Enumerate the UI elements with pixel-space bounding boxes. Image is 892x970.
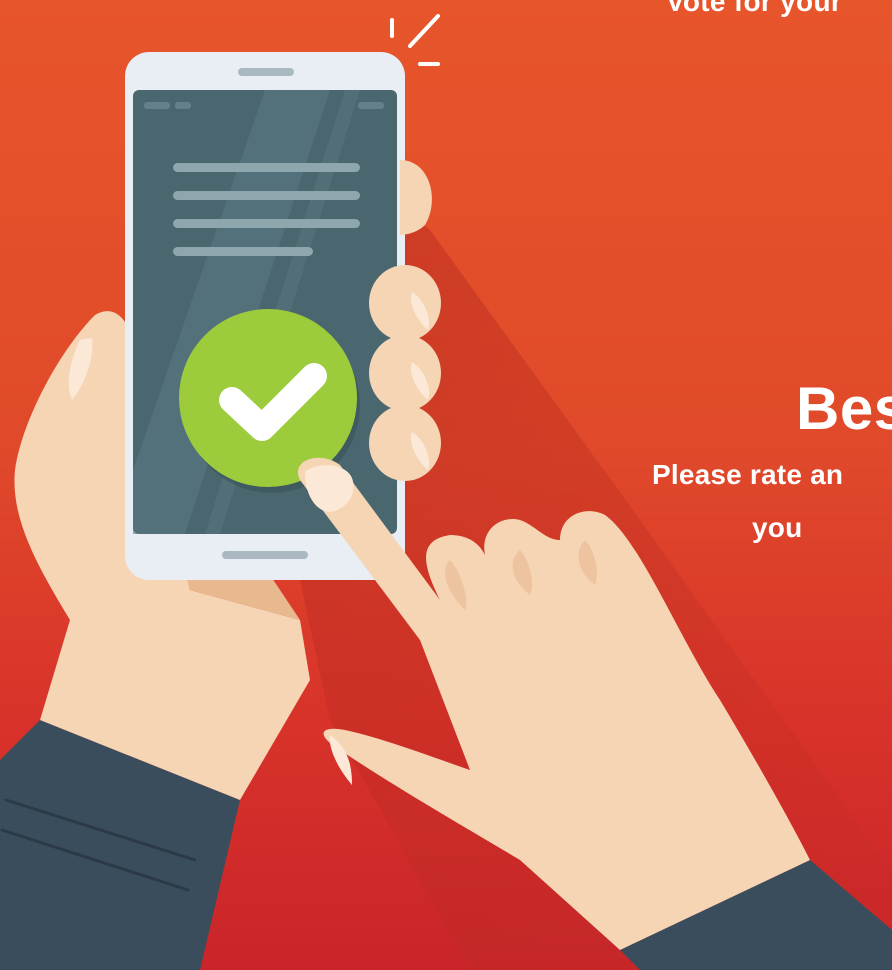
burst-lines-icon (390, 14, 440, 66)
best-heading-fragment: Bes (796, 375, 892, 442)
status-block-1 (144, 102, 170, 109)
status-block-3 (358, 102, 384, 109)
rate-text-line-2: you (752, 512, 803, 543)
status-block-2 (175, 102, 191, 109)
phone-speaker (238, 68, 294, 76)
vote-heading-fragment: Vote for your (666, 0, 843, 17)
phone-home-bar (222, 551, 308, 559)
rate-text-line-1: Please rate an (652, 459, 844, 490)
